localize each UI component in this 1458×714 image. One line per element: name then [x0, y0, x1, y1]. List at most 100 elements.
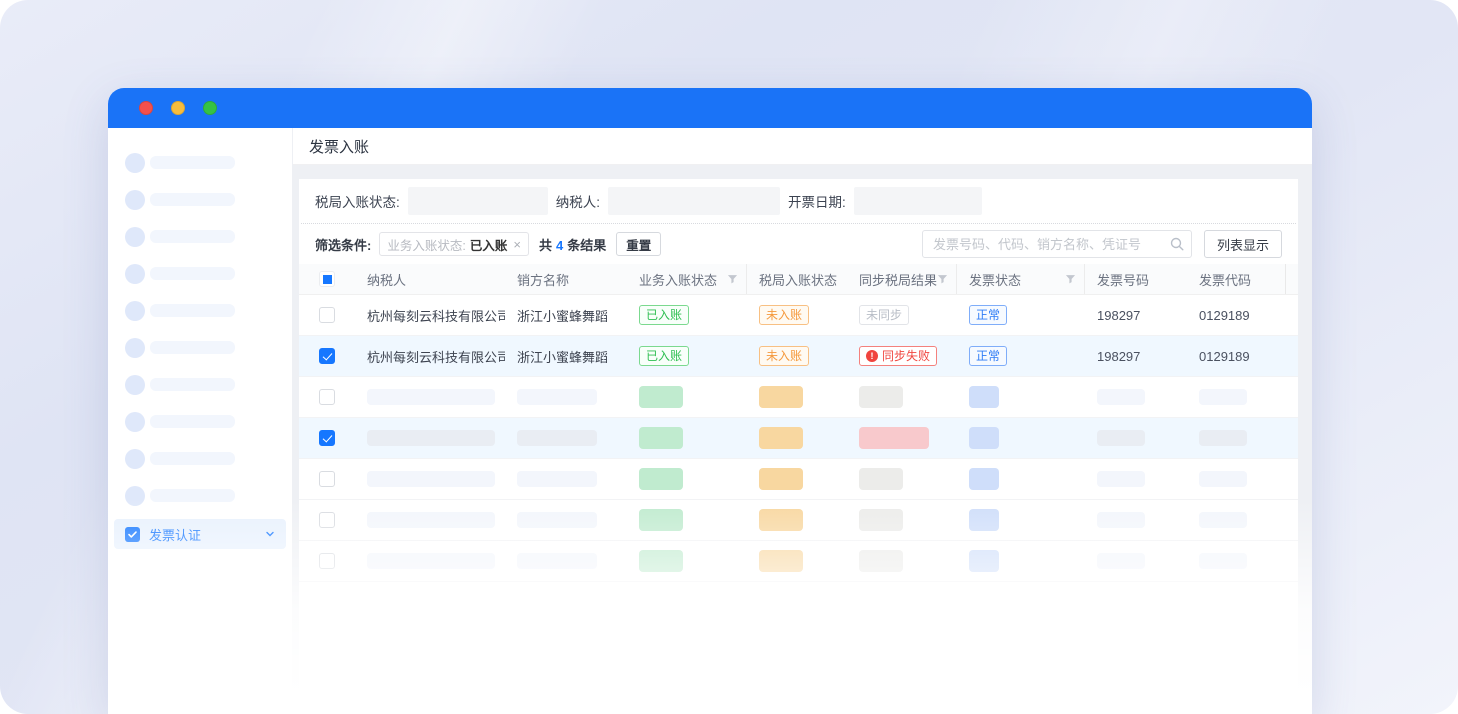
header-cell-invoice_status: 发票状态	[957, 264, 1085, 294]
cell-text: 0129189	[1199, 308, 1250, 323]
table-row[interactable]: 杭州每刻云科技有限公司浙江小蜜蜂舞蹈已入账未入账未同步正常19829701291…	[299, 295, 1298, 336]
row-checkbox[interactable]	[319, 512, 335, 528]
reset-button[interactable]: 重置	[616, 232, 661, 256]
skeleton-block	[859, 427, 929, 449]
sidebar-skeleton-item	[108, 477, 292, 514]
select-all-checkbox[interactable]	[319, 271, 335, 287]
filter-chip-value: 已入账	[470, 235, 508, 254]
header-cell-stub	[1285, 264, 1297, 294]
chevron-down-icon[interactable]	[265, 529, 275, 539]
status-tag-label: 已入账	[646, 350, 682, 362]
content-area: 税局入账状态:纳税人:开票日期: 筛选条件: 业务入账状态: 已入账 × 共4条…	[293, 165, 1312, 714]
table-header: 纳税人销方名称业务入账状态税局入账状态同步税局结果发票状态发票号码发票代码	[299, 264, 1298, 295]
skeleton-block	[969, 386, 999, 408]
skeleton-block	[1199, 512, 1247, 528]
row-checkbox-cell	[299, 512, 355, 528]
cell-biz_status	[627, 509, 747, 531]
skeleton-circle	[125, 375, 145, 395]
cell-taxpayer	[355, 512, 505, 528]
skeleton-line	[150, 489, 235, 502]
skeleton-block	[1097, 471, 1145, 487]
status-tag-label: 未入账	[766, 309, 802, 321]
cell-biz_status	[627, 468, 747, 490]
sidebar-skeleton-list	[108, 144, 292, 514]
status-tag: 正常	[969, 346, 1007, 366]
skeleton-block	[367, 471, 495, 487]
sidebar: 发票认证	[108, 128, 293, 714]
filter-chip[interactable]: 业务入账状态: 已入账 ×	[379, 232, 529, 256]
cell-invoice_no: 198297	[1085, 349, 1187, 364]
skeleton-block	[859, 509, 903, 531]
header-label: 税局入账状态	[759, 270, 837, 289]
cell-taxpayer	[355, 389, 505, 405]
header-cell-taxpayer: 纳税人	[355, 264, 505, 294]
row-checkbox[interactable]	[319, 348, 335, 364]
row-checkbox[interactable]	[319, 553, 335, 569]
cell-biz_status	[627, 386, 747, 408]
cell-taxpayer: 杭州每刻云科技有限公司	[355, 306, 505, 325]
status-tag-label: 未同步	[866, 309, 902, 321]
row-checkbox[interactable]	[319, 471, 335, 487]
filter-funnel-icon[interactable]	[937, 274, 948, 285]
cell-seller	[505, 471, 627, 487]
row-checkbox[interactable]	[319, 307, 335, 323]
header-cell-invoice_code: 发票代码	[1187, 264, 1285, 294]
filter-row: 税局入账状态:纳税人:开票日期:	[299, 179, 1298, 223]
cell-invoice_code	[1187, 389, 1285, 405]
traffic-light-minimize-button[interactable]	[171, 101, 185, 115]
header-cell-sync_result: 同步税局结果	[847, 264, 957, 294]
skeleton-block	[859, 550, 903, 572]
skeleton-block	[1097, 389, 1145, 405]
result-count: 共4条结果	[539, 235, 606, 254]
status-tag: 已入账	[639, 346, 689, 366]
skeleton-line	[150, 304, 235, 317]
skeleton-circle	[125, 190, 145, 210]
sidebar-skeleton-item	[108, 329, 292, 366]
cell-tax_status	[747, 386, 847, 408]
chip-close-icon[interactable]: ×	[513, 237, 521, 252]
header-label: 纳税人	[367, 270, 406, 289]
skeleton-block	[969, 468, 999, 490]
cell-sync_result: 未同步	[847, 305, 957, 325]
filter-funnel-icon[interactable]	[1065, 274, 1076, 285]
row-checkbox[interactable]	[319, 389, 335, 405]
search-icon[interactable]	[1170, 237, 1184, 251]
filter-input[interactable]	[854, 187, 982, 215]
cell-invoice_status: 正常	[957, 346, 1085, 366]
app-window: 发票认证 发票入账 税局入账状态:纳税人:开票日期: 筛选条件:	[108, 88, 1312, 714]
page-title: 发票入账	[309, 136, 369, 157]
filter-input[interactable]	[408, 187, 548, 215]
skeleton-block	[639, 386, 683, 408]
sidebar-item-invoice-auth[interactable]: 发票认证	[114, 519, 286, 549]
skeleton-circle	[125, 227, 145, 247]
window-titlebar[interactable]	[108, 88, 1312, 128]
skeleton-circle	[125, 301, 145, 321]
status-tag: 正常	[969, 305, 1007, 325]
traffic-light-zoom-button[interactable]	[203, 101, 217, 115]
filter-input[interactable]	[608, 187, 780, 215]
status-tag-label: 已入账	[646, 309, 682, 321]
page-header: 发票入账	[293, 128, 1312, 165]
sidebar-skeleton-item	[108, 218, 292, 255]
sidebar-skeleton-item	[108, 255, 292, 292]
filter-funnel-icon[interactable]	[727, 274, 738, 285]
skeleton-block	[639, 468, 683, 490]
skeleton-block	[1097, 430, 1145, 446]
search-input[interactable]	[922, 230, 1192, 258]
header-cell-checkbox	[299, 271, 355, 287]
traffic-light-close-button[interactable]	[139, 101, 153, 115]
header-label: 发票号码	[1097, 270, 1149, 289]
table-row[interactable]: 杭州每刻云科技有限公司浙江小蜜蜂舞蹈已入账未入账!同步失败正常198297012…	[299, 336, 1298, 377]
skeleton-block	[759, 550, 803, 572]
cell-invoice_code: 0129189	[1187, 349, 1285, 364]
list-display-button[interactable]: 列表显示	[1204, 230, 1282, 258]
cell-taxpayer	[355, 430, 505, 446]
sidebar-skeleton-item	[108, 403, 292, 440]
cell-text: 浙江小蜜蜂舞蹈	[517, 347, 608, 366]
skeleton-block	[759, 509, 803, 531]
filter-label: 税局入账状态:	[315, 191, 400, 211]
row-checkbox[interactable]	[319, 430, 335, 446]
skeleton-block	[639, 427, 683, 449]
sidebar-skeleton-item	[108, 440, 292, 477]
filter-field-1: 纳税人:	[556, 187, 780, 215]
